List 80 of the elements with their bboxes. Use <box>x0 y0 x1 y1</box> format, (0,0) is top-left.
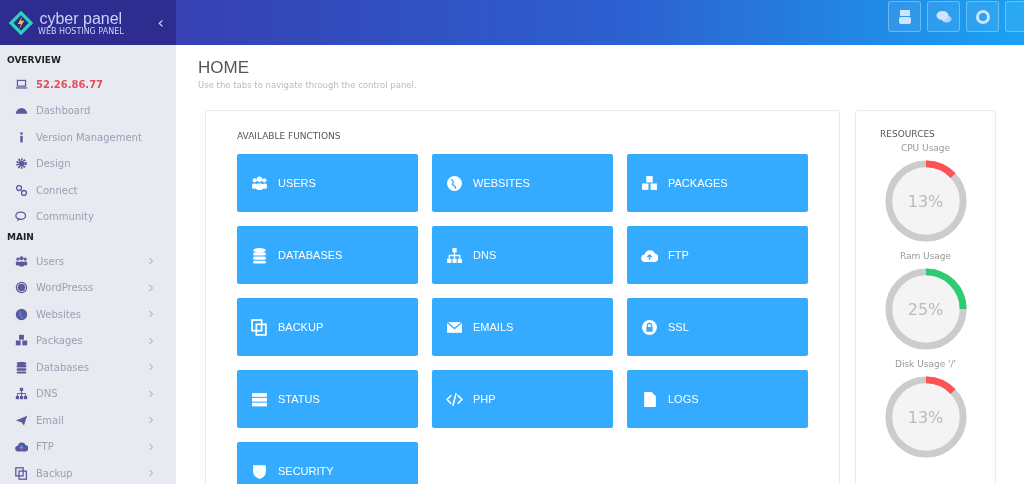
page-subtitle: Use the tabs to navigate through the control panel. <box>198 80 418 90</box>
gauge-reading: 13% <box>907 407 944 427</box>
cubes-icon <box>641 174 658 192</box>
sidebar-item[interactable]: Backup <box>0 460 176 484</box>
sidebar-item[interactable]: DNS <box>0 380 176 407</box>
gauge-label: CPU Usage <box>900 143 951 153</box>
server-icon <box>251 390 268 408</box>
chevron-icon <box>148 442 154 451</box>
video-button[interactable] <box>888 1 921 32</box>
sidebar-item[interactable]: FTP <box>0 433 176 460</box>
sidebar-item[interactable]: Community <box>0 203 176 230</box>
sidebar-item[interactable]: 52.26.86.77 <box>0 71 176 98</box>
sidebar-item[interactable]: Connect <box>0 177 176 204</box>
sitemap-icon <box>15 387 28 401</box>
database-icon <box>15 360 28 374</box>
panel-heading: AVAILABLE FUNCTIONS <box>237 131 342 141</box>
function-tile[interactable]: STATUS <box>237 370 418 428</box>
collapse-button[interactable]: ‹ <box>153 13 168 32</box>
function-tile[interactable]: LOGS <box>627 370 808 428</box>
laptop-icon <box>15 77 28 91</box>
section-heading: OVERVIEW <box>6 54 62 67</box>
function-tile[interactable]: USERS <box>237 154 418 212</box>
function-tile[interactable]: PHP <box>432 370 613 428</box>
chat-button[interactable] <box>927 1 960 32</box>
lock-icon <box>641 318 658 336</box>
chevron-icon <box>148 469 154 478</box>
copy-icon <box>251 318 268 336</box>
chevron-icon <box>148 389 154 398</box>
function-tile[interactable]: PACKAGES <box>627 154 808 212</box>
chevron-icon <box>148 310 154 319</box>
cloud-upload-icon <box>15 440 28 454</box>
sidebar-item[interactable]: Email <box>0 407 176 434</box>
users-icon <box>15 254 28 268</box>
chevron-icon <box>148 257 154 266</box>
sidebar-item[interactable]: Packages <box>0 327 176 354</box>
chevron-icon <box>148 416 154 425</box>
chat-icon <box>935 8 952 25</box>
section-heading: MAIN <box>6 231 35 244</box>
code-icon <box>446 390 463 408</box>
brand-name: cyber panel <box>39 9 123 27</box>
function-tile[interactable]: EMAILS <box>432 298 613 356</box>
function-tile[interactable]: DATABASES <box>237 226 418 284</box>
function-tile[interactable]: DNS <box>432 226 613 284</box>
gauge-label: Ram Usage <box>899 251 952 261</box>
sidebar-item[interactable]: Dashboard <box>0 97 176 124</box>
life-ring-icon <box>974 8 991 25</box>
users-icon <box>251 174 268 192</box>
sidebar-item[interactable]: WordPresss <box>0 274 176 301</box>
sidebar-item[interactable]: Design <box>0 150 176 177</box>
link-icon <box>15 183 28 197</box>
paper-plane-icon <box>15 413 28 427</box>
database-icon <box>251 246 268 264</box>
copy-icon <box>15 466 28 480</box>
globe-icon <box>15 307 28 321</box>
cubes-icon <box>15 334 28 348</box>
sidebar-item[interactable]: Websites <box>0 301 176 328</box>
function-tile[interactable]: SECURITY <box>237 442 418 484</box>
chat-icon <box>15 210 28 224</box>
sidebar-item[interactable]: Users <box>0 248 176 275</box>
circle-icon <box>15 281 28 295</box>
brand-tagline: WEB HOSTING PANEL <box>38 26 124 36</box>
chevron-icon <box>148 336 154 345</box>
function-tile[interactable]: FTP <box>627 226 808 284</box>
sidebar-item[interactable]: Databases <box>0 354 176 381</box>
gauge-reading: 25% <box>907 299 944 319</box>
globe-icon <box>446 174 463 192</box>
shield-icon <box>251 462 268 480</box>
chevron-icon <box>148 363 154 372</box>
chevron-icon <box>148 283 154 292</box>
function-tile[interactable]: WEBSITES <box>432 154 613 212</box>
sidebar-item[interactable]: Version Management <box>0 124 176 151</box>
help-button[interactable] <box>966 1 999 32</box>
page-title: HOME <box>198 58 250 78</box>
function-tile[interactable]: BACKUP <box>237 298 418 356</box>
gauge-label: Disk Usage '/' <box>894 359 957 369</box>
gauge-reading: 13% <box>907 191 944 211</box>
sitemap-icon <box>446 246 463 264</box>
file-icon <box>641 390 658 408</box>
function-tile[interactable]: SSL <box>627 298 808 356</box>
panel-heading: RESOURCES <box>880 129 936 139</box>
